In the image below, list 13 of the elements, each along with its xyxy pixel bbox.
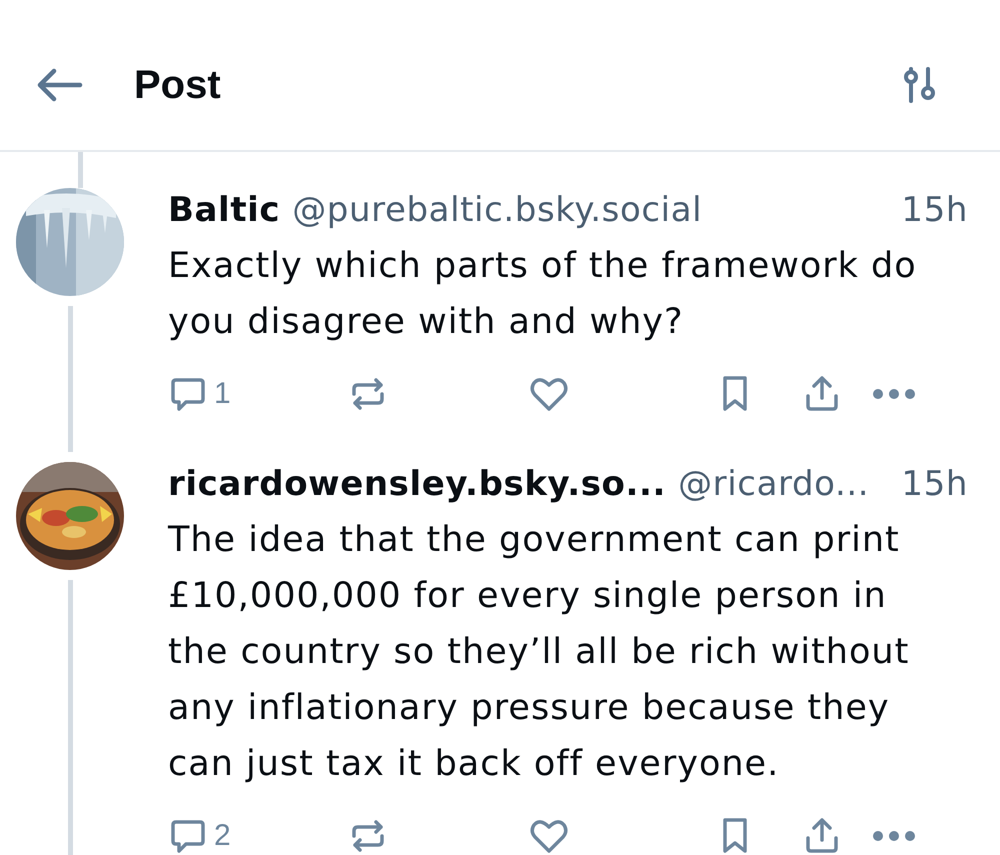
page-title: Post	[134, 62, 222, 108]
post-text: Exactly which parts of the framework do you disagree with and why?	[168, 245, 918, 344]
author-name[interactable]: ricardowensley.bsky.so...	[168, 464, 666, 504]
post-text: The idea that the government can print £10,000,000 for every single person in the country so they’ll all be rich without any inflationary pressure because they can just tax it back off everyone.	[168, 519, 910, 786]
more-icon[interactable]	[872, 388, 916, 400]
reply-count: 1	[214, 377, 231, 411]
more-icon[interactable]	[872, 830, 916, 842]
post-time: 15h	[901, 464, 968, 504]
reply-count: 2	[214, 819, 231, 853]
author-handle[interactable]: @purebaltic.bsky.social	[292, 190, 892, 230]
post-time: 15h	[901, 190, 968, 230]
author-name[interactable]: Baltic	[168, 190, 280, 230]
author-handle[interactable]: @ricardo...	[678, 464, 892, 504]
